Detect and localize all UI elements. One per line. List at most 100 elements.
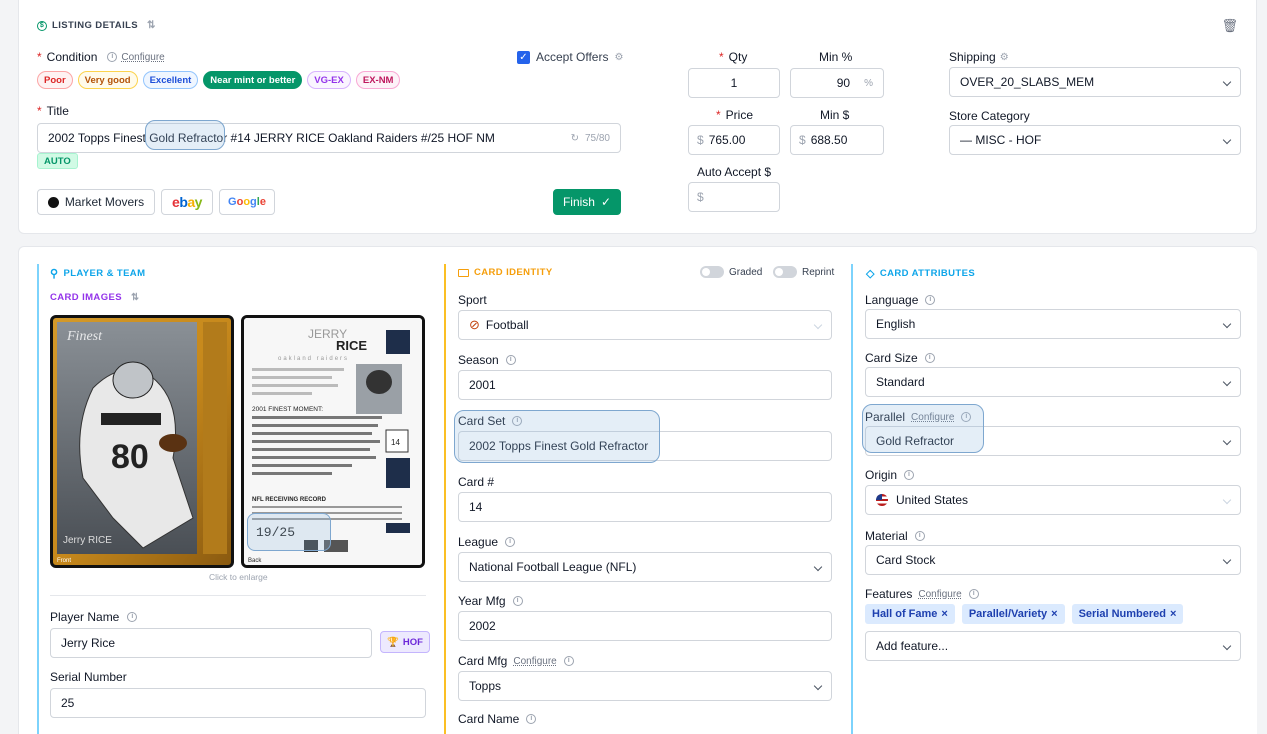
google-logo: Google (228, 196, 266, 208)
title-label: * Title (37, 104, 69, 118)
reprint-toggle[interactable]: Reprint (773, 266, 834, 278)
origin-select[interactable]: United States (865, 485, 1241, 515)
qty-label: * Qty (719, 50, 748, 64)
condition-configure-link[interactable]: Configure (121, 52, 164, 63)
sport-label: Sport (458, 293, 487, 307)
checkbox-checked-icon[interactable]: ✓ (517, 50, 530, 64)
origin-label: Origin i (865, 468, 915, 482)
finish-button[interactable]: Finish ✓ (553, 189, 621, 215)
sort-arrows-icon[interactable]: ⇅ (147, 20, 156, 31)
serial-number-label: Serial Number (50, 670, 127, 684)
person-icon: ⚲ (50, 268, 59, 280)
feature-tag-serial-numbered[interactable]: Serial Numbered × (1071, 604, 1184, 624)
year-mfg-input[interactable]: 2002 (458, 611, 832, 641)
player-divider (50, 595, 426, 596)
hof-badge[interactable]: 🏆 HOF (380, 631, 430, 653)
min-dollar-input[interactable]: $688.50 (790, 125, 884, 155)
condition-chip-excellent[interactable]: Excellent (142, 71, 199, 89)
remove-icon[interactable]: × (1170, 608, 1176, 620)
graded-toggle[interactable]: Graded (700, 266, 762, 278)
min-dollar-label: Min $ (820, 108, 850, 122)
card-number-input[interactable]: 14 (458, 492, 832, 522)
refresh-icon[interactable]: ↻ (571, 133, 579, 144)
card-front-jersey: 80 (111, 438, 149, 476)
market-movers-button[interactable]: Market Movers (37, 189, 155, 215)
condition-chip-poor[interactable]: Poor (37, 71, 73, 89)
price-input[interactable]: $765.00 (688, 125, 780, 155)
auto-accept-input[interactable]: $ (688, 182, 780, 212)
language-select[interactable]: English (865, 309, 1241, 339)
info-icon: i (904, 470, 915, 480)
info-icon: i (526, 714, 537, 724)
ebay-button[interactable]: ebay (161, 189, 213, 215)
player-team-header: ⚲ PLAYER & TEAM (50, 268, 146, 280)
info-icon: i (563, 656, 574, 666)
player-name-input[interactable]: Jerry Rice (50, 628, 372, 658)
season-input[interactable]: 2001 (458, 370, 832, 400)
card-mfg-select[interactable]: Topps (458, 671, 832, 701)
league-select[interactable]: National Football League (NFL) (458, 552, 832, 582)
accept-offers-toggle[interactable]: ✓ Accept Offers ⚙ (517, 50, 623, 64)
ebay-logo: ebay (172, 194, 202, 210)
add-feature-select[interactable]: Add feature... (865, 631, 1241, 661)
check-icon: ✓ (600, 195, 612, 209)
graded-switch[interactable] (700, 266, 724, 278)
info-icon: i (512, 596, 523, 606)
svg-text:Finest: Finest (66, 329, 103, 344)
card-front-image[interactable]: 80 Finest Jerry RICE Front (50, 315, 234, 568)
card-back-moment: 2001 FINEST MOMENT: (252, 406, 323, 413)
gear-icon[interactable]: ⚙ (1000, 52, 1009, 63)
card-size-select[interactable]: Standard (865, 367, 1241, 397)
material-select[interactable]: Card Stock (865, 545, 1241, 575)
remove-icon[interactable]: × (1051, 608, 1057, 620)
sort-arrows-icon[interactable]: ⇅ (131, 292, 139, 303)
reprint-switch[interactable] (773, 266, 797, 278)
shipping-select[interactable]: OVER_20_SLABS_MEM (949, 67, 1241, 97)
store-category-select[interactable]: — MISC - HOF (949, 125, 1241, 155)
card-attributes-header: ◇ CARD ATTRIBUTES (866, 268, 976, 280)
card-back-team: oakland raiders (278, 356, 349, 362)
market-movers-icon (47, 196, 59, 208)
auto-badge: AUTO (37, 153, 78, 169)
year-mfg-label: Year Mfg i (458, 594, 523, 608)
serial-number-input[interactable]: 25 (50, 688, 426, 718)
id-card-icon (458, 268, 469, 277)
sport-select[interactable]: ⊘ Football (458, 310, 832, 340)
qty-input[interactable]: 1 (688, 68, 780, 98)
us-flag-icon (876, 494, 888, 506)
player-name-label: Player Name i (50, 610, 138, 624)
store-category-label: Store Category (949, 109, 1030, 123)
parallel-highlight-box (862, 404, 984, 453)
title-text-start: 2002 Topps Finest (48, 131, 150, 145)
google-button[interactable]: Google (219, 189, 275, 215)
language-label: Language i (865, 293, 936, 307)
card-number-label: Card # (458, 475, 495, 489)
condition-chip-very-good[interactable]: Very good (77, 71, 138, 89)
info-icon: i (127, 612, 138, 622)
condition-chip-near-mint[interactable]: Near mint or better (203, 71, 303, 89)
price-label: * Price (716, 108, 754, 122)
remove-icon[interactable]: × (941, 608, 947, 620)
title-text-end: #14 JERRY RICE Oakland Raiders #/25 HOF … (227, 131, 495, 145)
trash-icon[interactable]: 🗑 (1221, 18, 1238, 34)
card-front-art: 80 Finest Jerry RICE Front (53, 318, 231, 565)
season-label: Season i (458, 353, 516, 367)
condition-chip-vg-ex[interactable]: VG-EX (307, 71, 351, 89)
features-configure-link[interactable]: Configure (918, 589, 961, 600)
attributes-column-rule (851, 264, 853, 734)
condition-chip-ex-nm[interactable]: EX-NM (355, 71, 401, 89)
gear-icon[interactable]: ⚙ (614, 52, 623, 63)
condition-label: * Condition i Configure (37, 50, 165, 64)
condition-chips: Poor Very good Excellent Near mint or be… (37, 71, 401, 89)
card-mfg-label: Card Mfg Configure i (458, 654, 574, 668)
info-icon: i (505, 355, 516, 365)
title-input[interactable]: 2002 Topps Finest Gold Refractor #14 JER… (37, 123, 621, 153)
feature-tag-parallel-variety[interactable]: Parallel/Variety × (961, 604, 1065, 624)
card-identity-header: CARD IDENTITY (458, 267, 553, 278)
min-pct-input[interactable]: 90% (790, 68, 884, 98)
feature-tag-hall-of-fame[interactable]: Hall of Fame × (865, 604, 955, 624)
card-mfg-configure-link[interactable]: Configure (513, 656, 556, 667)
card-back-record: NFL RECEIVING RECORD (252, 497, 327, 503)
card-set-highlight-box (454, 410, 660, 463)
back-caption: Back (248, 558, 262, 564)
